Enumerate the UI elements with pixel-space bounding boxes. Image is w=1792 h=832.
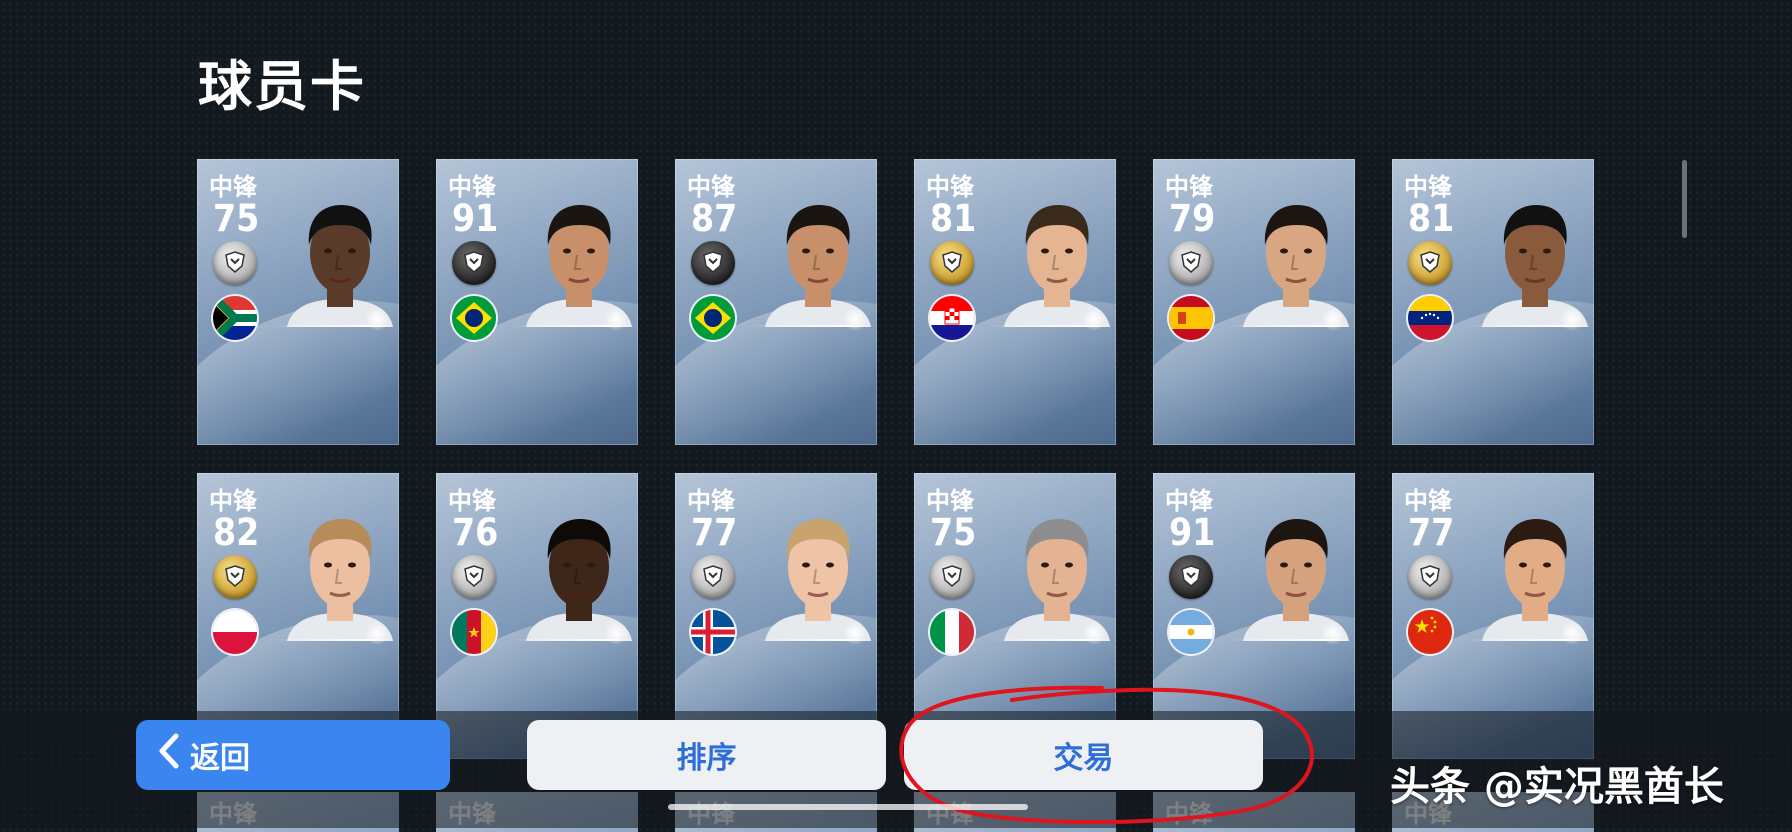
player-card[interactable]: 中锋 81 bbox=[1392, 159, 1594, 445]
player-card[interactable]: 中锋 81 bbox=[914, 159, 1116, 445]
player-card-grid: 中锋 75 中锋 91 中锋 87 中锋 81 中锋 79 中锋 81 中锋 82 中锋 76 中锋 77 中锋 75… bbox=[197, 159, 1594, 759]
player-rating: 81 bbox=[930, 197, 977, 240]
sparkle-icon bbox=[365, 307, 389, 331]
gold-medal-icon bbox=[1408, 241, 1452, 285]
cameroon-flag-icon bbox=[452, 610, 496, 654]
black-medal-icon bbox=[1169, 555, 1213, 599]
sparkle-icon bbox=[1082, 621, 1106, 645]
silver-medal-icon bbox=[1408, 555, 1452, 599]
page-title: 球员卡 bbox=[198, 55, 366, 118]
home-indicator bbox=[668, 804, 1028, 810]
sparkle-icon bbox=[1082, 307, 1106, 331]
brazil-flag-icon bbox=[452, 296, 496, 340]
gold-medal-icon bbox=[213, 555, 257, 599]
croatia-flag-icon bbox=[930, 296, 974, 340]
trade-button[interactable]: 交易 bbox=[904, 720, 1263, 790]
player-rating: 77 bbox=[691, 511, 738, 554]
gold-medal-icon bbox=[930, 241, 974, 285]
player-card[interactable]: 中锋 79 bbox=[1153, 159, 1355, 445]
player-rating: 91 bbox=[1169, 511, 1216, 554]
black-medal-icon bbox=[452, 241, 496, 285]
brazil-flag-icon bbox=[691, 296, 735, 340]
scrollbar-thumb[interactable] bbox=[1682, 160, 1687, 238]
watermark: 头条 @实况黑酋长 bbox=[1390, 764, 1724, 810]
sparkle-icon bbox=[843, 307, 867, 331]
silver-medal-icon bbox=[1169, 241, 1213, 285]
silver-medal-icon bbox=[691, 555, 735, 599]
player-card[interactable]: 中锋 91 bbox=[436, 159, 638, 445]
black-medal-icon bbox=[691, 241, 735, 285]
player-rating: 87 bbox=[691, 197, 738, 240]
player-rating: 82 bbox=[213, 511, 260, 554]
chevron-left-icon bbox=[158, 733, 180, 777]
sparkle-icon bbox=[1321, 621, 1345, 645]
player-rating: 91 bbox=[452, 197, 499, 240]
venezuela-flag-icon bbox=[1408, 296, 1452, 340]
spain-flag-icon bbox=[1169, 296, 1213, 340]
trade-button-label: 交易 bbox=[1053, 741, 1114, 776]
player-rating: 75 bbox=[930, 511, 977, 554]
back-button-label: 返回 bbox=[190, 741, 250, 776]
player-rating: 79 bbox=[1169, 197, 1216, 240]
player-card[interactable]: 中锋 75 bbox=[197, 159, 399, 445]
player-rating: 75 bbox=[213, 197, 260, 240]
player-rating: 77 bbox=[1408, 511, 1455, 554]
sparkle-icon bbox=[604, 307, 628, 331]
player-rating: 76 bbox=[452, 511, 499, 554]
poland-flag-icon bbox=[213, 610, 257, 654]
china-flag-icon bbox=[1408, 610, 1452, 654]
sparkle-icon bbox=[365, 621, 389, 645]
back-button[interactable]: 返回 bbox=[136, 720, 450, 790]
sparkle-icon bbox=[604, 621, 628, 645]
sparkle-icon bbox=[843, 621, 867, 645]
sparkle-icon bbox=[1560, 307, 1584, 331]
silver-medal-icon bbox=[930, 555, 974, 599]
iceland-flag-icon bbox=[691, 610, 735, 654]
south-africa-flag-icon bbox=[213, 296, 257, 340]
argentina-flag-icon bbox=[1169, 610, 1213, 654]
silver-medal-icon bbox=[452, 555, 496, 599]
player-card[interactable]: 中锋 87 bbox=[675, 159, 877, 445]
sparkle-icon bbox=[1321, 307, 1345, 331]
sparkle-icon bbox=[1560, 621, 1584, 645]
sort-button-label: 排序 bbox=[676, 741, 737, 776]
player-rating: 81 bbox=[1408, 197, 1455, 240]
italy-flag-icon bbox=[930, 610, 974, 654]
silver-medal-icon bbox=[213, 241, 257, 285]
sort-button[interactable]: 排序 bbox=[527, 720, 886, 790]
